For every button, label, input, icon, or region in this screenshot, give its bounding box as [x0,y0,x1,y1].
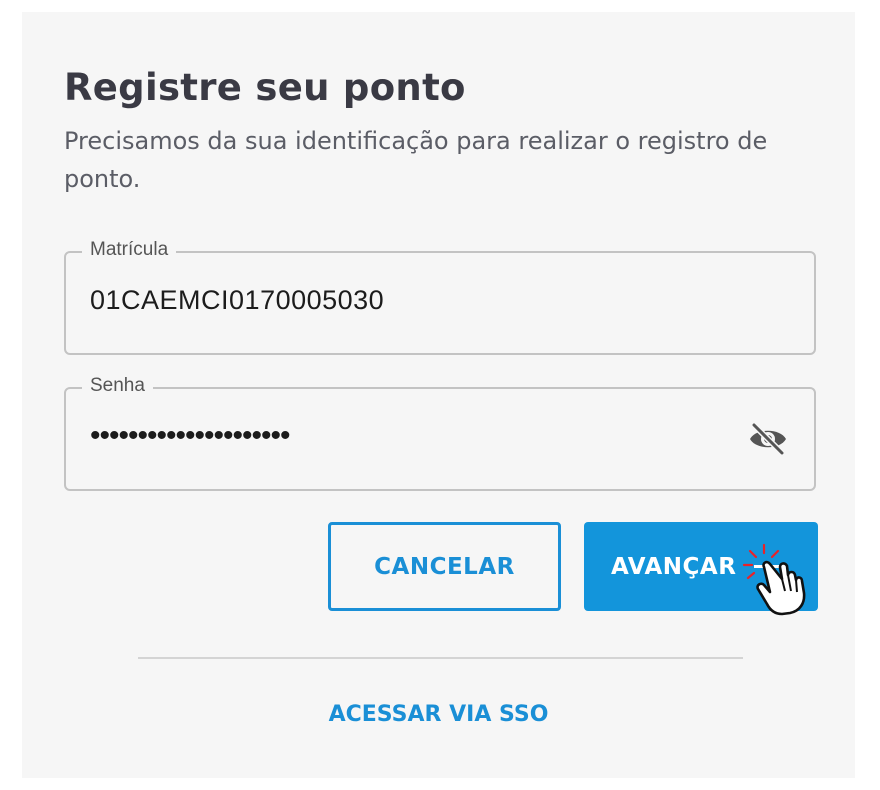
senha-input[interactable]: ••••••••••••••••••••• [90,419,291,453]
divider [138,657,743,659]
cancel-button[interactable]: CANCELAR [328,522,561,611]
eye-off-icon[interactable] [746,419,790,459]
next-button[interactable]: AVANÇAR [584,522,818,611]
senha-label: Senha [82,375,153,397]
senha-field[interactable]: Senha ••••••••••••••••••••• [64,375,816,491]
cancel-button-label: CANCELAR [374,553,515,580]
arrow-right-icon [754,565,780,568]
matricula-field[interactable]: Matrícula 01CAEMCI0170005030 [64,239,816,355]
sso-link-label: ACESSAR VIA SSO [328,702,549,727]
next-button-label: AVANÇAR [611,553,737,580]
matricula-input[interactable]: 01CAEMCI0170005030 [90,285,384,316]
login-card: Registre seu ponto Precisamos da sua ide… [22,12,855,778]
sso-link[interactable]: ACESSAR VIA SSO [22,702,855,727]
page-subtitle: Precisamos da sua identificação para rea… [64,127,768,193]
page-title: Registre seu ponto [64,66,466,109]
matricula-label: Matrícula [82,239,177,261]
